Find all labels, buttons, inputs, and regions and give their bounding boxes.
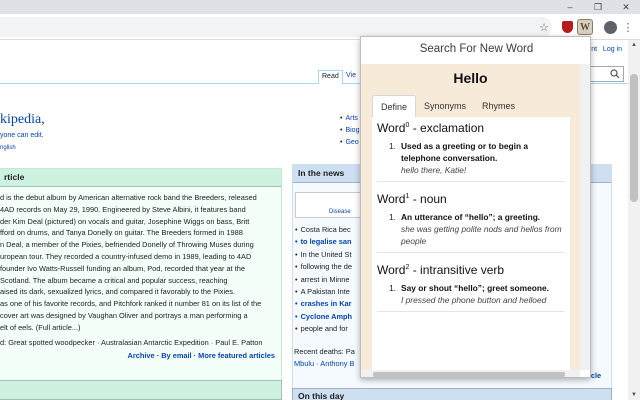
news-item[interactable]: A Pakistan Inte xyxy=(295,286,352,298)
sense-example: I pressed the phone button and helloed xyxy=(401,295,547,305)
tfa-line: aised its dark, sexualized lyrics, and c… xyxy=(0,287,235,297)
tab-synonyms[interactable]: Synonyms xyxy=(416,95,474,117)
popup-vertical-scrollbar[interactable] xyxy=(580,64,590,370)
tab-rhymes[interactable]: Rhymes xyxy=(474,95,523,117)
scroll-down-icon[interactable]: ▼ xyxy=(628,390,640,400)
tfa-line: elt of eels. (Full article...) xyxy=(0,322,81,332)
news-item[interactable]: In the United St xyxy=(295,249,352,261)
sense-example: hello there, Katie! xyxy=(401,165,467,175)
sense-item: 1. An utterance of “hello”; a greeting. s… xyxy=(377,211,565,247)
news-item[interactable]: people and for xyxy=(295,323,352,335)
tfa-line: fford on drums, and Tanya Donelly on gui… xyxy=(0,228,243,238)
tfa-line: Scotland. The album became a critical an… xyxy=(0,275,228,285)
sense-definition: Say or shout “hello”; greet someone. xyxy=(401,283,549,293)
popup-title: Search For New Word xyxy=(419,43,534,55)
entry-title: Word1 - noun xyxy=(377,192,447,206)
portal-item[interactable]: Arts xyxy=(340,113,359,125)
wikipedia-link[interactable]: kipedia, xyxy=(0,112,45,127)
featured-article-heading: rticle xyxy=(0,169,281,187)
minimize-button[interactable]: – xyxy=(556,0,584,14)
definition-panel: Word0 - exclamation 1. Used as a greetin… xyxy=(372,117,570,370)
tfa-line: d is the debut album by American alterna… xyxy=(0,193,257,202)
restore-button[interactable]: ❐ xyxy=(584,0,612,14)
page-scrollbar[interactable]: ▲ ▼ xyxy=(628,40,640,400)
tab-define[interactable]: Define xyxy=(372,95,417,117)
definition-entry: Word2 - intransitive verb 1. Say or shou… xyxy=(377,263,565,312)
log-in-link[interactable]: Log in xyxy=(603,46,622,53)
sense-example: she was getting polite nods and hellos f… xyxy=(401,224,562,246)
news-item[interactable]: arrest in Minne xyxy=(295,274,352,286)
popup-scroll-thumb[interactable] xyxy=(373,372,565,377)
portal-item[interactable]: Biog xyxy=(340,125,359,137)
extension-shield-button[interactable] xyxy=(560,20,574,34)
news-item[interactable]: crashes in Kar xyxy=(295,298,352,310)
search-icon[interactable] xyxy=(610,69,620,79)
news-item[interactable]: Costa Rica bec xyxy=(295,224,352,236)
definition-entry: Word1 - noun 1. An utterance of “hello”;… xyxy=(377,192,565,253)
close-window-button[interactable]: ✕ xyxy=(612,0,640,14)
recent-deaths-names[interactable]: Mbulu · Anthony B xyxy=(294,359,354,368)
browser-toolbar: – ❐ ✕ ☆ W ⋮ xyxy=(0,0,640,40)
profile-avatar-icon xyxy=(603,20,617,34)
tfa-line: n Deal, a member of the Pixies, befriend… xyxy=(0,240,254,250)
tfa-line: cover art was designed by Vaughan Oliver… xyxy=(0,310,248,320)
bookmark-star-icon[interactable]: ☆ xyxy=(537,20,551,34)
featured-article-text: d is the debut album by American alterna… xyxy=(0,187,281,362)
scroll-thumb[interactable] xyxy=(630,74,638,202)
entry-title: Word2 - intransitive verb xyxy=(377,263,505,277)
news-item[interactable]: Cyclone Amph xyxy=(295,311,352,323)
tfa-line: uropean tour. They recorded a country-in… xyxy=(0,251,252,261)
ublock-shield-icon xyxy=(561,21,573,33)
anyone-can-edit-text[interactable]: yone can edit. xyxy=(0,132,44,139)
english-article-count[interactable]: nglish xyxy=(0,145,16,151)
sense-item: 1. Used as a greeting or to begin a tele… xyxy=(377,140,565,176)
popup-horizontal-scrollbar[interactable] xyxy=(361,370,580,377)
tfa-line: founder Ivo Watts-Russell funding an alb… xyxy=(0,263,245,273)
welcome-heading: kipedia, xyxy=(0,112,45,128)
news-item[interactable]: following the de xyxy=(295,261,352,273)
definition-entry: Word0 - exclamation 1. Used as a greetin… xyxy=(377,121,565,182)
window-controls: – ❐ ✕ xyxy=(556,0,640,14)
tfa-footer-links[interactable]: Archive · By email · More featured artic… xyxy=(0,350,277,362)
tab-view-source[interactable]: Vie xyxy=(346,72,356,79)
address-bar[interactable] xyxy=(0,17,552,37)
tfa-line: der Kim Deal (pictured) on vocals and gu… xyxy=(0,216,250,226)
sense-definition: An utterance of “hello”; a greeting. xyxy=(401,212,541,222)
word-lookup-extension-button[interactable]: W xyxy=(577,19,593,35)
word-lookup-popup: Search For New Word Hello Define Synonym… xyxy=(360,36,591,378)
on-this-day-heading: On this day xyxy=(292,388,612,400)
browser-menu-icon[interactable]: ⋮ xyxy=(621,20,635,34)
popup-body: Hello Define Synonyms Rhymes Word0 - exc… xyxy=(361,64,580,370)
recent-deaths[interactable]: Recent deaths: Pa xyxy=(294,347,355,356)
sense-definition: Used as a greeting or to begin a telepho… xyxy=(401,141,529,163)
definition-tabs: Define Synonyms Rhymes xyxy=(372,95,523,117)
looked-up-word: Hello xyxy=(453,70,488,86)
portal-item[interactable]: Geo xyxy=(340,137,359,149)
tab-read[interactable]: Read xyxy=(318,70,343,84)
entry-title: Word0 - exclamation xyxy=(377,121,485,135)
sense-item: 1. Say or shout “hello”; greet someone. I… xyxy=(389,283,549,305)
did-you-know-heading-bar xyxy=(0,380,282,400)
portal-list: Arts Biog Geo xyxy=(340,113,359,149)
news-item[interactable]: to legalise san xyxy=(295,236,352,248)
personal-tools: unt Log in xyxy=(587,46,622,53)
scroll-up-icon[interactable]: ▲ xyxy=(628,40,640,50)
news-list: Costa Rica bec to legalise san In the Un… xyxy=(295,224,352,336)
tfa-line: 4AD records on May 29, 1990. Engineered … xyxy=(0,204,246,214)
tfa-line: as one of his favorite records, and Pitc… xyxy=(0,299,262,309)
profile-button[interactable] xyxy=(603,20,617,34)
news-image-caption[interactable]: Disease xyxy=(329,209,351,215)
featured-article-box: rticle d is the debut album by American … xyxy=(0,168,282,400)
tfa-recently-featured[interactable]: d: Great spotted woodpecker · Australasi… xyxy=(0,337,277,349)
